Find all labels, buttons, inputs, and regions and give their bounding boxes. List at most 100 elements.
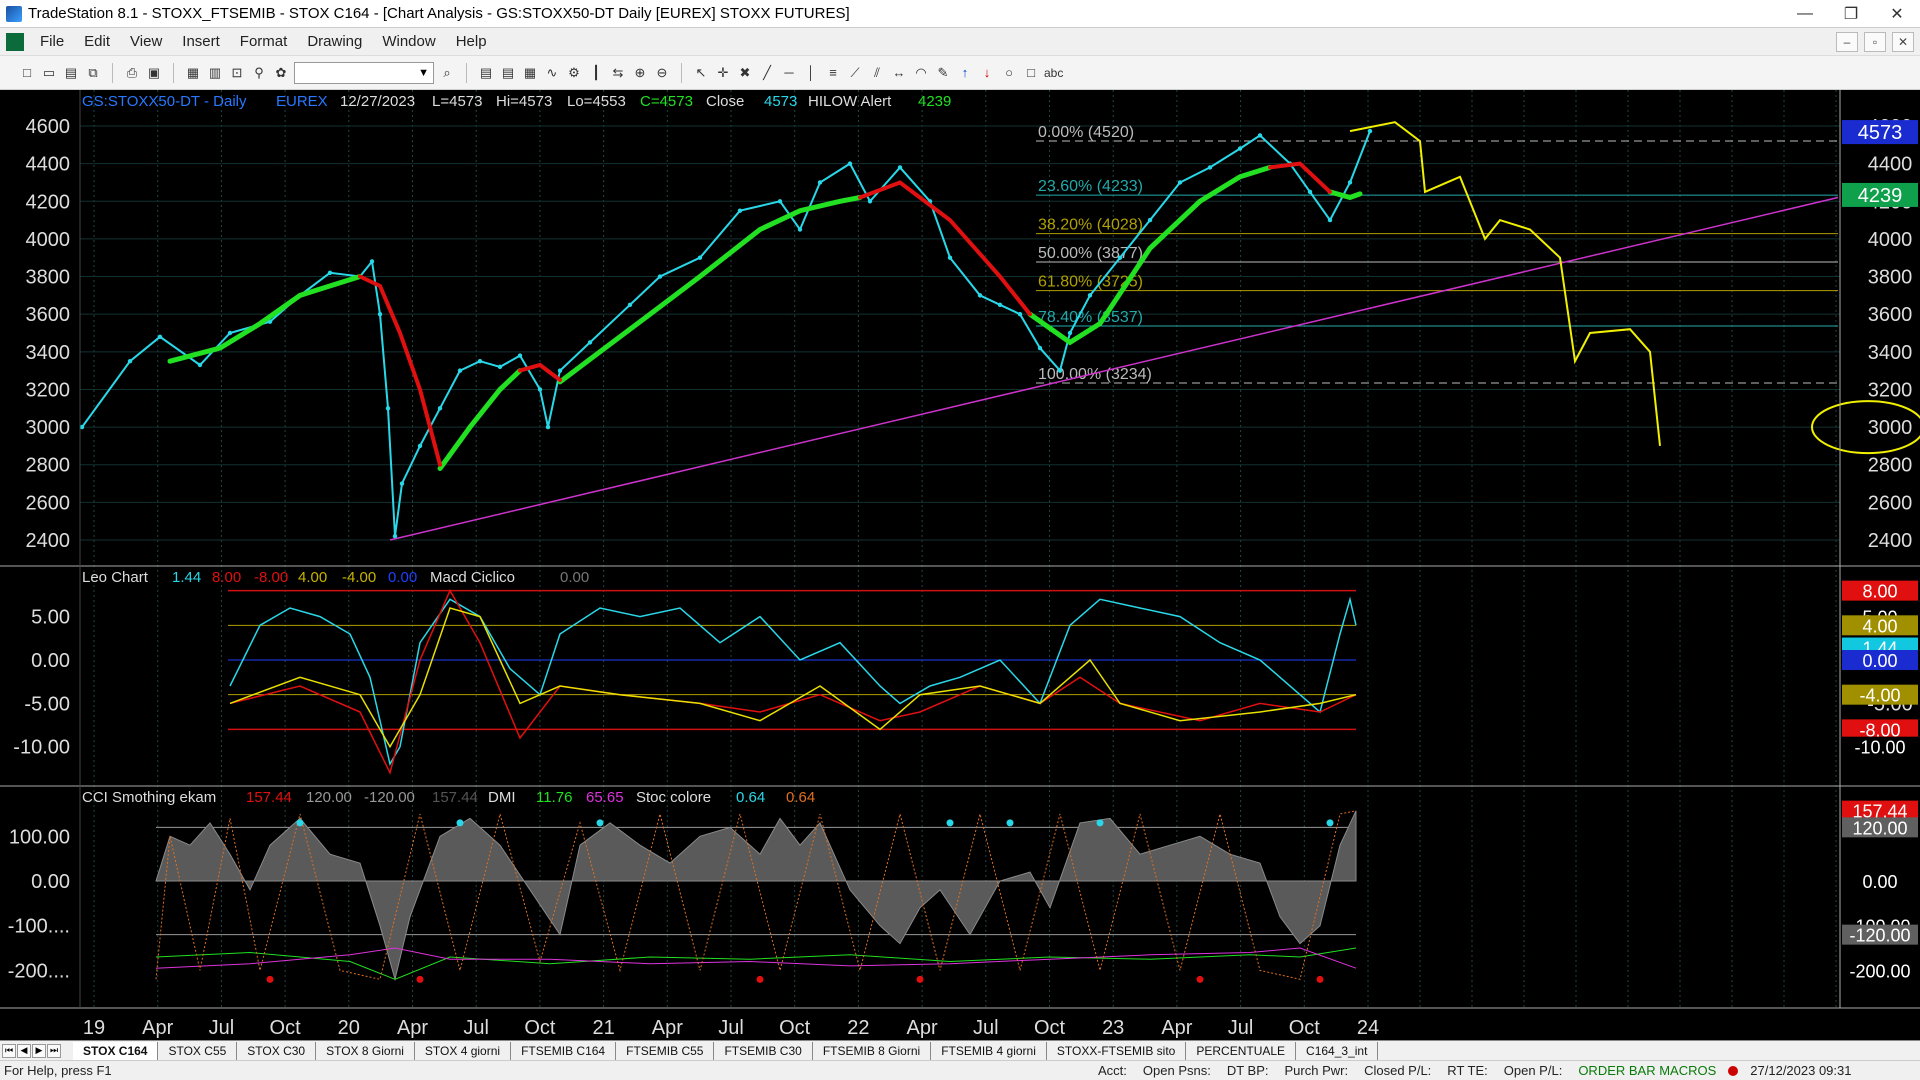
tab-c164-3-int[interactable]: C164_3_int [1296,1041,1379,1060]
price-marker [127,359,133,364]
save-icon[interactable]: ▤ [62,64,80,82]
tab-stox-c55[interactable]: STOX C55 [158,1041,238,1060]
tab-stox-4-giorni[interactable]: STOX 4 giorni [415,1041,512,1060]
ellipse-icon[interactable]: ○ [1000,64,1018,82]
channel-icon[interactable]: ⫽ [868,64,886,82]
mdi-restore-button[interactable]: ▫ [1864,32,1886,52]
tab-percentuale[interactable]: PERCENTUALE [1186,1041,1297,1060]
vertical-line-icon[interactable]: │ [802,64,820,82]
header-high: Hi=4573 [496,93,552,110]
mdi-close-button[interactable]: ✕ [1892,32,1914,52]
status-open-pl: Open P/L: [1503,1063,1563,1078]
order-bar-macros[interactable]: ORDER BAR MACROS [1570,1063,1724,1078]
horizontal-line-icon[interactable]: ─ [780,64,798,82]
tools-icon[interactable]: ✖ [736,64,754,82]
zoom-out-icon[interactable]: ⊖ [653,64,671,82]
tab-ftsemib-c164[interactable]: FTSEMIB C164 [511,1041,617,1060]
price-pane[interactable]: 0.00% (4520)23.60% (4233)38.20% (4028)50… [79,121,1920,541]
link-icon[interactable]: ⚲ [250,64,268,82]
fibonacci-icon[interactable]: ≡ [824,64,842,82]
time-axis-label: Oct [1034,1017,1066,1039]
osc-badge-text: 4.00 [1862,616,1897,636]
minimize-button[interactable]: — [1782,0,1828,28]
down-arrow-icon[interactable]: ↓ [978,64,996,82]
menu-window[interactable]: Window [372,33,445,50]
cci-pane[interactable] [155,810,1357,983]
new-icon[interactable]: □ [18,64,36,82]
title-bar: TradeStation 8.1 - STOXX_FTSEMIB - STOX … [0,0,1920,28]
header-close-label: Close [706,93,744,110]
print-preview-icon[interactable]: ▣ [145,64,163,82]
menu-drawing[interactable]: Drawing [297,33,372,50]
tab-next-icon[interactable]: ▶ [32,1043,46,1058]
price-marker [545,424,551,430]
stoc-marker-top [596,819,604,827]
mdi-minimize-button[interactable]: – [1836,32,1858,52]
text-tool[interactable]: abc [1044,66,1063,80]
menu-view[interactable]: View [120,33,172,50]
chart-icon[interactable]: ▤ [477,64,495,82]
tab-ftsemib-4-giorni[interactable]: FTSEMIB 4 giorni [931,1041,1047,1060]
status-purch-pwr: Purch Pwr: [1284,1063,1349,1078]
close-button[interactable]: ✕ [1874,0,1920,28]
chart-canvas[interactable]: 0.00% (4520)23.60% (4233)38.20% (4028)50… [0,90,1920,1050]
indicator-icon[interactable]: ∿ [543,64,561,82]
tab-ftsemib-c55[interactable]: FTSEMIB C55 [616,1041,715,1060]
stoc-marker-top [1096,819,1104,827]
tab-stox-c30[interactable]: STOX C30 [237,1041,317,1060]
menu-insert[interactable]: Insert [172,33,230,50]
tab-first-icon[interactable]: ⏮ [2,1043,16,1058]
open-icon[interactable]: ▭ [40,64,58,82]
tab-last-icon[interactable]: ⏭ [47,1043,61,1058]
crosshair-icon[interactable]: ✛ [714,64,732,82]
tab-stoxx-ftsemib-sito[interactable]: STOXX-FTSEMIB sito [1047,1041,1187,1060]
trendline-icon[interactable]: ╱ [758,64,776,82]
tab-ftsemib-c30[interactable]: FTSEMIB C30 [714,1041,813,1060]
up-arrow-icon[interactable]: ↑ [956,64,974,82]
time-axis-label: Jul [718,1017,744,1039]
menu-file[interactable]: File [30,33,74,50]
bar-type-icon[interactable]: ┃ [587,64,605,82]
copy-icon[interactable]: ⧉ [84,64,102,82]
menu-help[interactable]: Help [446,33,497,50]
strategy-icon[interactable]: ⚙ [565,64,583,82]
radar-icon[interactable]: ▤ [499,64,517,82]
mdi-controls: – ▫ ✕ [1836,32,1914,52]
window-icon[interactable]: ▦ [184,64,202,82]
palette-icon[interactable]: ✿ [272,64,290,82]
pencil-icon[interactable]: ✎ [934,64,952,82]
arc-icon[interactable]: ◠ [912,64,930,82]
tab-stox-8-giorni[interactable]: STOX 8 Giorni [316,1041,415,1060]
print-icon[interactable]: ⎙ [123,64,141,82]
connection-status-icon [1728,1065,1739,1076]
gann-icon[interactable]: ⟋ [846,64,864,82]
arrow-icon[interactable]: ↔ [890,64,908,82]
status-acct: Acct: [1098,1063,1127,1078]
chart-area[interactable]: 0.00% (4520) 23.60% (4233) 38.20% (4028) 50… [0,90,1920,1050]
toolbar-separator [466,62,467,83]
tradestation-icon[interactable] [6,32,24,51]
time-axis-label: 19 [83,1017,105,1039]
cci-header-v1: 157.44 [246,789,292,806]
stoc-header-v2: 0.64 [786,789,815,806]
tab-ftsemib-8-giorni[interactable]: FTSEMIB 8 Giorni [813,1041,932,1060]
price-marker [477,359,483,364]
scroll-icon[interactable]: ⇆ [609,64,627,82]
zoom-in-icon[interactable]: ⊕ [631,64,649,82]
rectangle-icon[interactable]: □ [1022,64,1040,82]
tab-stox-c164[interactable]: STOX C164 [73,1041,159,1060]
matrix-icon[interactable]: ▦ [521,64,539,82]
oscillator-pane[interactable] [228,588,1357,775]
lock-icon[interactable]: ⊡ [228,64,246,82]
price-marker [1177,180,1183,185]
pointer-icon[interactable]: ↖ [692,64,710,82]
price-marker [537,387,543,392]
symbol-combo[interactable]: ▼ [294,61,434,84]
find-icon[interactable]: ⌕ [438,64,456,82]
tile-icon[interactable]: ▥ [206,64,224,82]
tab-prev-icon[interactable]: ◀ [17,1043,31,1058]
menu-edit[interactable]: Edit [74,33,120,50]
maximize-button[interactable]: ❐ [1828,0,1874,28]
app-icon [6,5,22,22]
menu-format[interactable]: Format [230,33,298,50]
